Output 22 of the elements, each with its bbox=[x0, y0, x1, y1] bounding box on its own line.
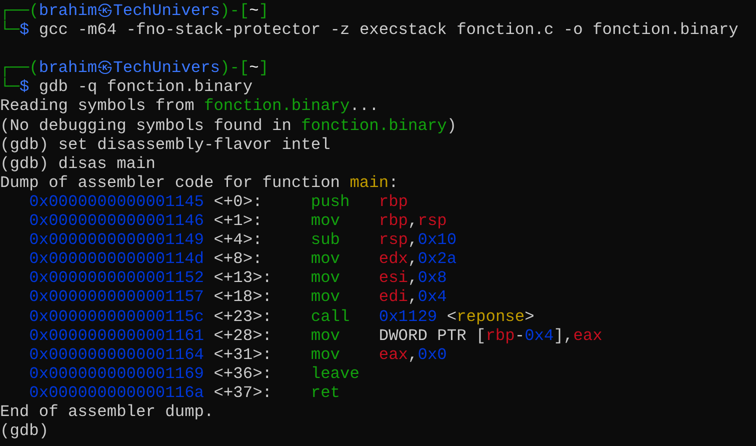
terminal-line: (gdb) disas main bbox=[0, 154, 156, 174]
terminal-line: 0x000000000000116a <+37>: ret bbox=[28, 384, 340, 403]
terminal-line: 0x000000000000115c <+23>: call 0x1129 <reponse> bbox=[28, 308, 534, 327]
terminal-line: (No debugging symbols found in fonction.binary) bbox=[0, 116, 457, 136]
terminal-line: End of assembler dump. bbox=[0, 402, 214, 422]
terminal-line: 0x000000000000114d <+8>: mov edx,0x2a bbox=[28, 250, 457, 270]
terminal-line: (gdb) set disassembly-flavor intel bbox=[0, 136, 330, 155]
terminal-line: 0x0000000000001161 <+28>: mov DWORD PTR [rbp-0x4],eax bbox=[28, 326, 602, 346]
terminal-line: 0x0000000000001145 <+0>: push rbp bbox=[28, 192, 408, 212]
terminal-line: Dump of assembler code for function main: bbox=[0, 174, 398, 193]
terminal-line: 0x0000000000001146 <+1>: mov rbp,rsp bbox=[28, 212, 447, 232]
terminal-line: └─$ gdb -q fonction.binary bbox=[0, 78, 253, 98]
terminal-line: 0x0000000000001152 <+13>: mov esi,0x8 bbox=[28, 269, 447, 288]
terminal-line: Reading symbols from fonction.binary... bbox=[0, 97, 379, 117]
terminal-line: ┌──(brahim㉿TechUnivers)-[~] bbox=[0, 2, 269, 20]
terminal-line: └─$ gcc -m64 -fno-stack-protector -z execstack fonction.c -o fonction.binary bbox=[0, 21, 738, 40]
terminal-line: 0x0000000000001164 <+31>: mov eax,0x0 bbox=[28, 346, 447, 365]
terminal-line: 0x0000000000001169 <+36>: leave bbox=[28, 364, 360, 384]
terminal-line: 0x0000000000001149 <+4>: sub rsp,0x10 bbox=[28, 231, 457, 250]
terminal-line: 0x0000000000001157 <+18>: mov edi,0x4 bbox=[28, 288, 447, 308]
terminal-line: ┌──(brahim㉿TechUnivers)-[~] bbox=[0, 59, 269, 78]
terminal-line: (gdb) bbox=[0, 422, 49, 442]
